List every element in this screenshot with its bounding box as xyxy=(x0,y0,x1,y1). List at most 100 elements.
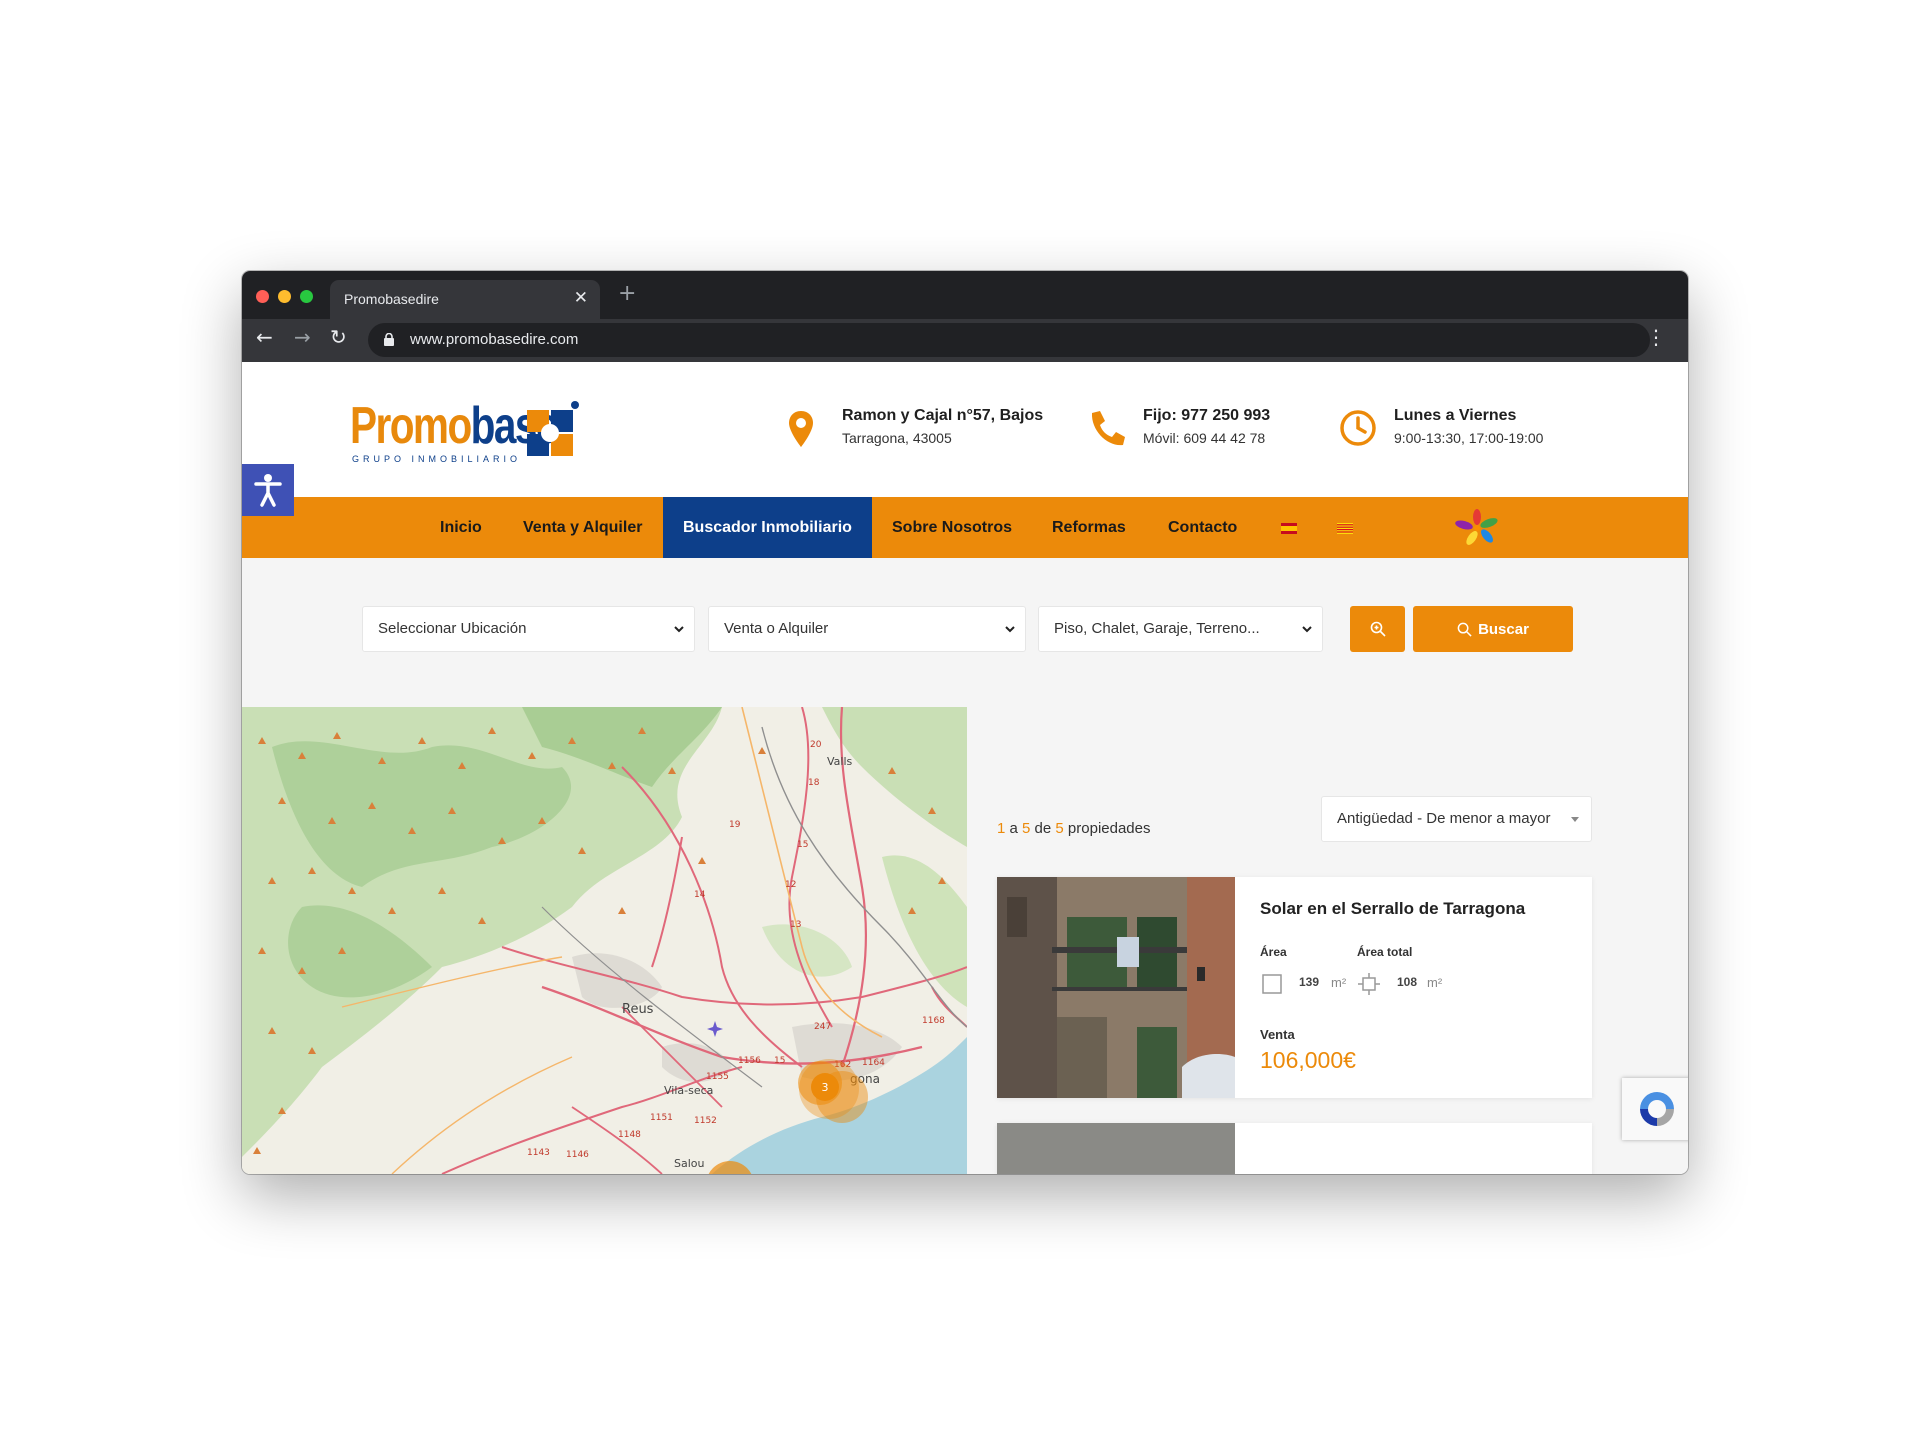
total-area-icon xyxy=(1358,973,1380,995)
new-tab-icon[interactable]: + xyxy=(618,281,636,306)
location-pin-icon xyxy=(789,411,813,447)
property-card[interactable]: Solar en el Serrallo de Tarragona Área Á… xyxy=(997,877,1592,1098)
nav-inicio[interactable]: Inicio xyxy=(440,497,482,558)
area-value: 139 xyxy=(1299,975,1320,989)
location-select[interactable]: Seleccionar Ubicación xyxy=(362,606,695,652)
reload-icon[interactable]: ↻ xyxy=(330,325,347,349)
svg-text:1168: 1168 xyxy=(922,1016,945,1026)
tab-title: Promobasedire xyxy=(344,291,439,307)
main-navigation: Inicio Venta y Alquiler Buscador Inmobil… xyxy=(242,497,1688,558)
svg-text:15: 15 xyxy=(774,1056,785,1066)
svg-text:20: 20 xyxy=(810,740,822,750)
nav-venta-alquiler[interactable]: Venta y Alquiler xyxy=(523,497,642,558)
browser-toolbar: ← → ↻ www.promobasedire.com ⋮ xyxy=(242,319,1688,362)
operation-select[interactable]: Venta o Alquiler xyxy=(708,606,1026,652)
browser-window: Promobasedire ✕ + ← → ↻ www.promobasedir… xyxy=(242,271,1688,1174)
logo[interactable]: Promobase GRUPO INMOBILIARIO xyxy=(350,396,590,466)
caret-down-icon xyxy=(1571,817,1579,822)
property-map[interactable]: Valls Reus Vila-seca Salou gona 20 18 19… xyxy=(242,707,967,1174)
map-label-valls: Valls xyxy=(827,755,853,768)
search-button[interactable]: Buscar xyxy=(1413,606,1573,652)
map-cluster-count: 3 xyxy=(822,1081,829,1094)
back-icon[interactable]: ← xyxy=(256,325,273,349)
phone-subtitle[interactable]: Móvil: 609 44 42 78 xyxy=(1143,430,1265,446)
nav-contacto[interactable]: Contacto xyxy=(1168,497,1237,558)
close-tab-icon[interactable]: ✕ xyxy=(574,288,588,308)
hours-subtitle: 9:00-13:30, 17:00-19:00 xyxy=(1394,430,1544,446)
area-unit: m² xyxy=(1331,975,1347,990)
forward-icon[interactable]: → xyxy=(294,325,311,349)
window-controls xyxy=(256,290,313,303)
nav-buscador-inmobiliario[interactable]: Buscador Inmobiliario xyxy=(663,497,872,558)
map-tiles: Valls Reus Vila-seca Salou gona 20 18 19… xyxy=(242,707,967,1174)
area-label: Área xyxy=(1260,945,1287,959)
url-text: www.promobasedire.com xyxy=(410,331,579,348)
property-price: 106,000€ xyxy=(1260,1047,1356,1073)
maximize-window-button[interactable] xyxy=(300,290,313,303)
close-window-button[interactable] xyxy=(256,290,269,303)
browser-tab[interactable]: Promobasedire ✕ xyxy=(330,280,600,319)
total-area-unit: m² xyxy=(1427,975,1443,990)
chevron-down-icon xyxy=(1005,626,1015,633)
hours-title: Lunes a Viernes xyxy=(1394,407,1517,424)
svg-text:1146: 1146 xyxy=(566,1150,589,1160)
partner-logo-icon xyxy=(1455,509,1498,545)
recaptcha-badge[interactable] xyxy=(1622,1078,1688,1140)
search-button-label: Buscar xyxy=(1478,620,1529,638)
property-card[interactable] xyxy=(997,1123,1592,1174)
phone-icon xyxy=(1091,411,1125,446)
recaptcha-icon xyxy=(1640,1092,1674,1126)
nav-reformas[interactable]: Reformas xyxy=(1052,497,1126,558)
zoom-in-icon xyxy=(1370,621,1386,637)
property-photo[interactable] xyxy=(997,1123,1235,1174)
results-count: 1 a 5 de 5 propiedades xyxy=(997,820,1151,837)
svg-text:1152: 1152 xyxy=(694,1116,717,1126)
chevron-down-icon xyxy=(1302,626,1312,633)
property-title[interactable]: Solar en el Serrallo de Tarragona xyxy=(1260,899,1525,919)
svg-text:14: 14 xyxy=(694,890,706,900)
logo-tagline: GRUPO INMOBILIARIO xyxy=(352,454,522,464)
minimize-window-button[interactable] xyxy=(278,290,291,303)
area-icon xyxy=(1262,974,1282,994)
map-label-salou: Salou xyxy=(674,1157,704,1170)
search-icon xyxy=(1457,622,1472,637)
accessibility-button[interactable] xyxy=(242,464,294,516)
svg-text:1151: 1151 xyxy=(650,1113,673,1123)
property-type-select[interactable]: Piso, Chalet, Garaje, Terreno... xyxy=(1038,606,1323,652)
spanish-flag-icon[interactable] xyxy=(1281,523,1297,534)
operation-label: Venta xyxy=(1260,1027,1295,1042)
svg-text:1156: 1156 xyxy=(738,1056,761,1066)
svg-text:15: 15 xyxy=(797,840,808,850)
address-subtitle: Tarragona, 43005 xyxy=(842,430,952,446)
total-area-label: Área total xyxy=(1357,945,1413,959)
advanced-search-button[interactable] xyxy=(1350,606,1405,652)
svg-text:1148: 1148 xyxy=(618,1130,641,1140)
sort-select[interactable]: Antigüedad - De menor a mayor xyxy=(1321,796,1592,842)
property-photo[interactable] xyxy=(997,877,1235,1098)
address-bar[interactable]: www.promobasedire.com xyxy=(368,323,1650,357)
nav-sobre-nosotros[interactable]: Sobre Nosotros xyxy=(892,497,1012,558)
clock-icon xyxy=(1340,410,1376,446)
tab-bar: Promobasedire ✕ + xyxy=(242,271,1688,319)
svg-text:13: 13 xyxy=(790,920,801,930)
svg-text:12: 12 xyxy=(785,880,796,890)
address-title: Ramon y Cajal n°57, Bajos xyxy=(842,407,1044,424)
phone-title[interactable]: Fijo: 977 250 993 xyxy=(1143,407,1270,425)
site-header: Promobase GRUPO INMOBILIARIO Ramon y Caj… xyxy=(242,362,1688,497)
map-label-vila-seca: Vila-seca xyxy=(664,1084,713,1097)
catalan-flag-icon[interactable] xyxy=(1337,523,1353,534)
svg-text:19: 19 xyxy=(729,820,741,830)
map-label-reus: Reus xyxy=(622,1002,654,1017)
svg-text:1164: 1164 xyxy=(862,1058,885,1068)
accessibility-icon xyxy=(254,474,282,507)
lock-icon xyxy=(384,333,394,346)
svg-text:18: 18 xyxy=(808,778,820,788)
total-area-value: 108 xyxy=(1397,975,1418,989)
svg-text:1155: 1155 xyxy=(706,1072,729,1082)
browser-menu-icon[interactable]: ⋮ xyxy=(1646,325,1666,349)
svg-text:247: 247 xyxy=(814,1022,831,1032)
logo-mark-icon xyxy=(527,401,579,456)
chevron-down-icon xyxy=(674,626,684,633)
search-bar: Seleccionar Ubicación Venta o Alquiler P… xyxy=(242,606,1688,652)
svg-text:1143: 1143 xyxy=(527,1148,550,1158)
